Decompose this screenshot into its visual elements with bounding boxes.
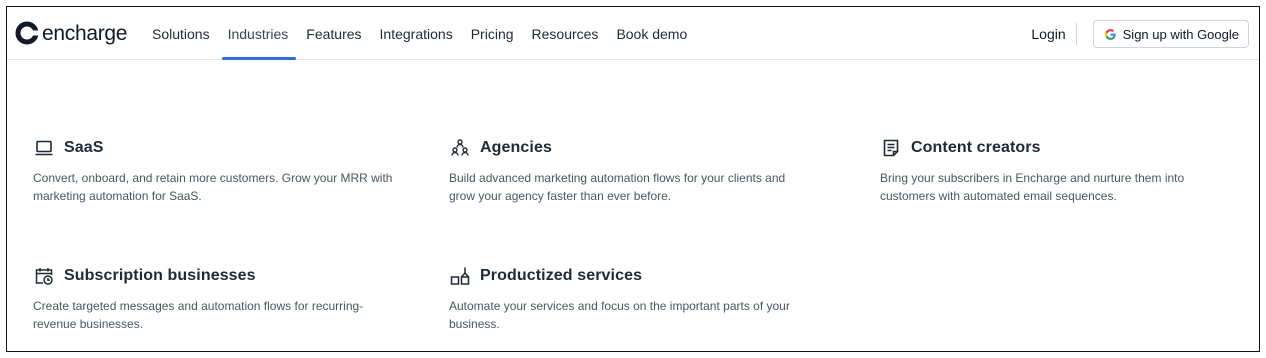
nav-pricing[interactable]: Pricing: [471, 7, 514, 60]
logo-text: encharge: [42, 21, 128, 45]
card-header: Agencies: [449, 136, 809, 160]
encharge-logo[interactable]: encharge: [15, 19, 127, 47]
industry-card-productized-services[interactable]: Productized services Automate your servi…: [449, 264, 809, 333]
nav-integrations[interactable]: Integrations: [380, 7, 453, 60]
card-description: Automate your services and focus on the …: [449, 299, 790, 331]
card-description: Convert, onboard, and retain more custom…: [33, 171, 393, 203]
card-description: Build advanced marketing automation flow…: [449, 171, 786, 203]
login-link[interactable]: Login: [1031, 23, 1077, 45]
nav-solutions[interactable]: Solutions: [152, 7, 210, 60]
nav-features[interactable]: Features: [306, 7, 361, 60]
industry-card-saas[interactable]: SaaS Convert, onboard, and retain more c…: [33, 136, 393, 205]
encharge-logo-icon: [15, 21, 39, 45]
card-description: Create targeted messages and automation …: [33, 299, 364, 331]
nav-resources[interactable]: Resources: [532, 7, 599, 60]
industry-card-content-creators[interactable]: Content creators Bring your subscribers …: [880, 136, 1240, 205]
card-title: Productized services: [480, 267, 643, 284]
auth-actions: Login Sign up with Google: [1031, 20, 1249, 48]
page-frame: encharge Solutions Industries Features I…: [6, 6, 1260, 352]
main-menu: Solutions Industries Features Integratio…: [152, 7, 705, 60]
card-header: SaaS: [33, 136, 393, 160]
card-header: Content creators: [880, 136, 1240, 160]
productized-blocks-icon: [449, 265, 471, 287]
calendar-clock-icon: [33, 265, 55, 287]
google-signup-label: Sign up with Google: [1122, 26, 1239, 42]
industry-card-subscription-businesses[interactable]: Subscription businesses Create targeted …: [33, 264, 393, 333]
nav-book-demo[interactable]: Book demo: [616, 7, 687, 60]
card-title: Agencies: [480, 139, 552, 156]
card-header: Subscription businesses: [33, 264, 393, 288]
google-signup-button[interactable]: Sign up with Google: [1092, 20, 1249, 48]
card-title: Content creators: [911, 139, 1041, 156]
industry-card-agencies[interactable]: Agencies Build advanced marketing automa…: [449, 136, 809, 205]
card-description: Bring your subscribers in Encharge and n…: [880, 171, 1185, 203]
top-navigation: encharge Solutions Industries Features I…: [7, 7, 1259, 60]
google-g-icon: [1104, 28, 1116, 40]
document-icon: [880, 137, 902, 159]
card-header: Productized services: [449, 264, 809, 288]
agency-people-icon: [449, 137, 471, 159]
card-title: SaaS: [64, 139, 104, 156]
card-title: Subscription businesses: [64, 267, 256, 284]
nav-industries[interactable]: Industries: [221, 7, 296, 60]
laptop-icon: [33, 137, 55, 159]
